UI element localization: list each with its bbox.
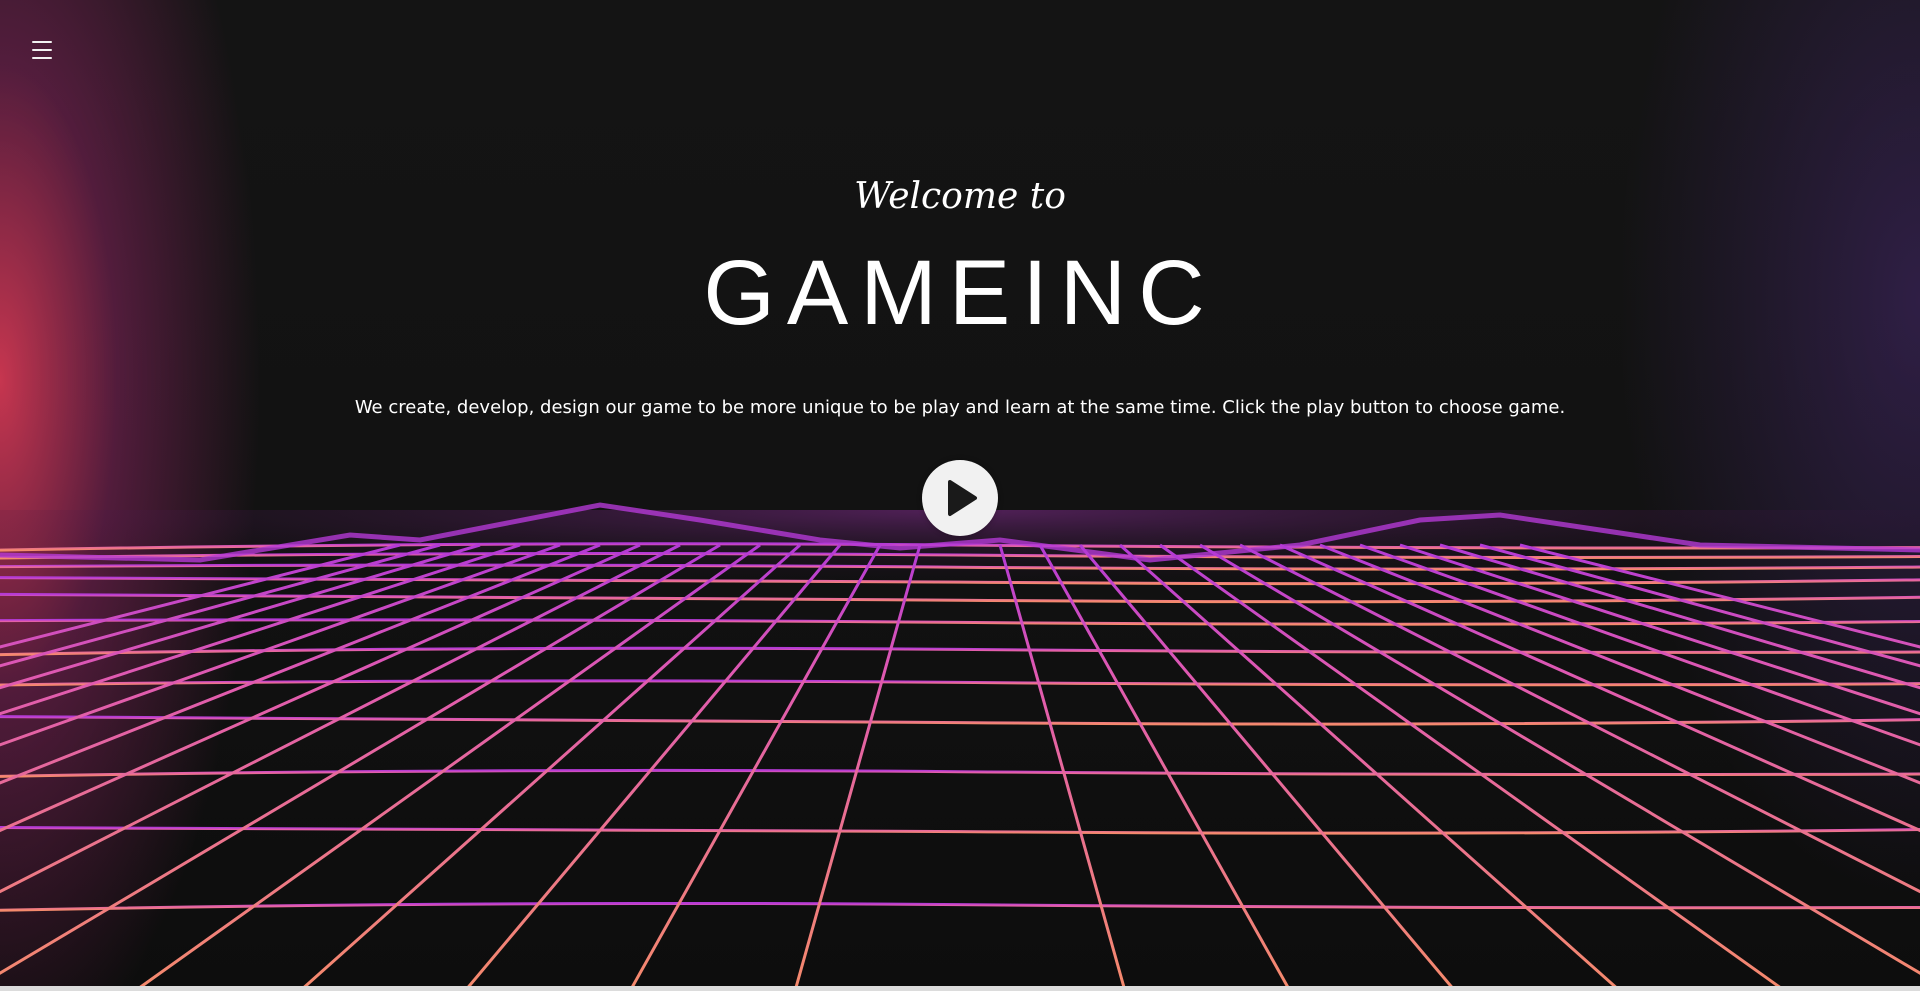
hero-section: Welcome to GAMEINC We create, develop, d… bbox=[0, 0, 1920, 991]
hamburger-menu-icon bbox=[32, 41, 52, 43]
tagline-text: We create, develop, design our game to b… bbox=[354, 397, 1566, 418]
menu-button[interactable] bbox=[30, 38, 54, 62]
welcome-text: Welcome to bbox=[854, 176, 1066, 217]
play-button[interactable] bbox=[922, 460, 998, 536]
page-title: GAMEINC bbox=[703, 242, 1217, 344]
play-icon bbox=[948, 480, 977, 516]
bottom-divider bbox=[0, 986, 1920, 991]
